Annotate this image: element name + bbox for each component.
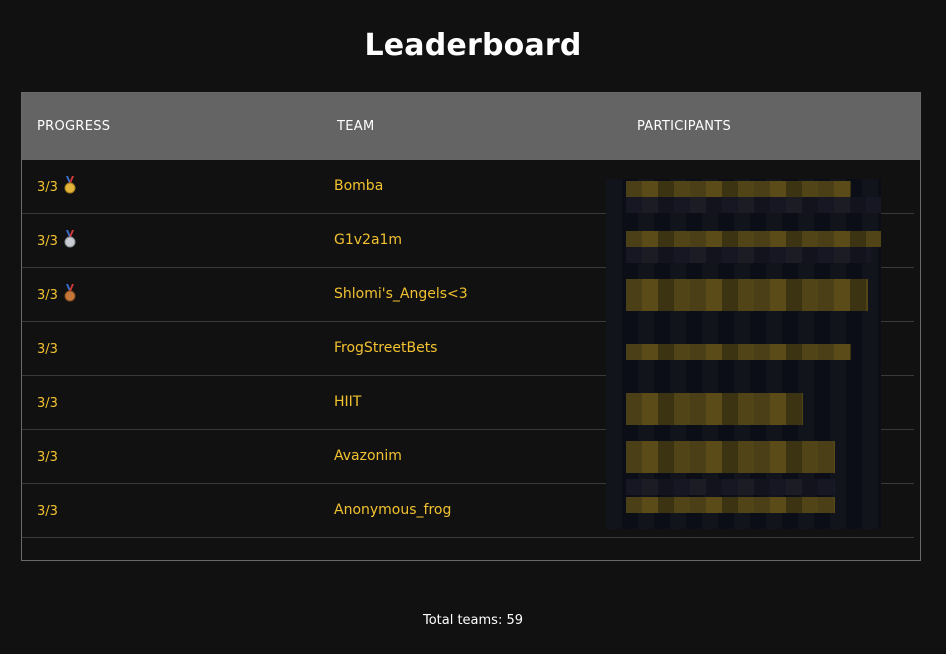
team-name[interactable]: G1v2a1m — [334, 214, 402, 267]
team-name[interactable]: Bomba — [334, 160, 383, 213]
progress-value: 3/3 — [37, 180, 58, 195]
participants-redacted-block — [606, 179, 881, 529]
page-title: Leaderboard — [364, 28, 582, 63]
column-header-participants[interactable]: PARTICIPANTS — [637, 93, 731, 160]
gold-medal-icon — [64, 176, 76, 194]
team-name[interactable]: HIIT — [334, 376, 361, 429]
team-name[interactable]: Avazonim — [334, 430, 402, 483]
team-name[interactable]: Anonymous_frog — [334, 484, 451, 537]
column-header-team[interactable]: TEAM — [337, 93, 374, 160]
progress-value: 3/3 — [37, 288, 58, 303]
progress-value: 3/3 — [37, 234, 58, 249]
progress-value: 3/3 — [37, 450, 58, 465]
progress-value: 3/3 — [37, 504, 58, 519]
progress-value: 3/3 — [37, 396, 58, 411]
progress-value: 3/3 — [37, 342, 58, 357]
team-name[interactable]: Shlomi's_Angels<3 — [334, 268, 468, 321]
column-header-progress[interactable]: PROGRESS — [37, 93, 110, 160]
table-header: PROGRESS TEAM PARTICIPANTS — [22, 93, 920, 160]
leaderboard-table: PROGRESS TEAM PARTICIPANTS 3/3 Bomba 3/3… — [21, 92, 921, 561]
team-name[interactable]: FrogStreetBets — [334, 322, 437, 375]
bronze-medal-icon — [64, 284, 76, 302]
total-teams-count: Total teams: 59 — [422, 613, 524, 628]
table-row-partial — [22, 538, 914, 560]
silver-medal-icon — [64, 230, 76, 248]
